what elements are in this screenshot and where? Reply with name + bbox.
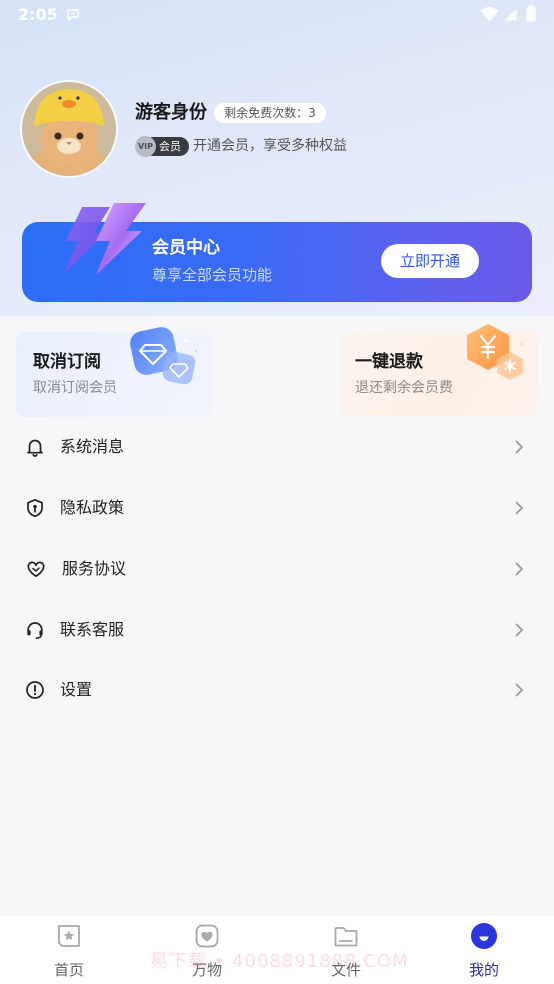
activate-membership-button[interactable]: 立即开通: [381, 244, 479, 278]
bell-icon: [27, 439, 43, 457]
lightning-icon: [64, 203, 146, 275]
exclamation-circle-icon: [26, 681, 44, 699]
vip-tag: VIP: [135, 136, 156, 157]
refund-title: 一键退款: [355, 352, 423, 372]
diamond-icon: [130, 327, 198, 385]
user-name: 游客身份: [135, 102, 207, 123]
yuan-icon: [467, 324, 524, 380]
star-frame-icon: [58, 925, 80, 947]
menu-label: 隐私政策: [60, 498, 125, 517]
banner-subtitle: 尊享全部会员功能: [152, 266, 273, 284]
menu-item-system-messages[interactable]: 系统消息: [0, 417, 554, 478]
heart-square-icon: [195, 924, 219, 948]
cancel-subscription-title: 取消订阅: [33, 352, 101, 372]
banner-title: 会员中心: [152, 238, 220, 258]
heart-icon: [27, 561, 45, 578]
avatar-cat-image: [22, 82, 116, 176]
nav-files[interactable]: 文件: [306, 916, 386, 984]
nav-label: 我的: [468, 961, 499, 979]
chevron-right-icon: [515, 562, 523, 576]
status-time: 2:05: [18, 5, 58, 24]
wifi-icon: [480, 7, 499, 22]
nav-mine[interactable]: 我的: [444, 916, 524, 984]
menu-item-contact-support[interactable]: 联系客服: [0, 600, 554, 661]
nav-home[interactable]: 首页: [29, 916, 109, 984]
battery-icon: [526, 5, 536, 22]
menu-label: 联系客服: [60, 620, 125, 639]
chevron-right-icon: [515, 623, 523, 637]
shield-icon: [27, 498, 43, 518]
smile-circle-icon: [471, 923, 497, 949]
nav-label: 首页: [53, 961, 84, 979]
avatar[interactable]: [22, 82, 116, 176]
chevron-right-icon: [515, 501, 523, 515]
menu-label: 服务协议: [62, 559, 127, 578]
nav-everything[interactable]: 万物: [167, 916, 247, 984]
nav-label: 万物: [191, 961, 222, 979]
menu-item-privacy-policy[interactable]: 隐私政策: [0, 478, 554, 539]
menu-label: 设置: [60, 680, 93, 699]
refund-subtitle: 退还剩余会员费: [355, 380, 453, 396]
chevron-right-icon: [515, 440, 523, 454]
menu-item-service-agreement[interactable]: 服务协议: [0, 539, 554, 600]
signal-icon: [504, 8, 517, 21]
free-count-badge: 剩余免费次数：3: [214, 103, 326, 123]
menu-item-settings[interactable]: 设置: [0, 660, 554, 721]
notification-chat-icon: [67, 9, 79, 21]
folder-icon: [334, 927, 358, 947]
vip-promo-text[interactable]: 开通会员，享受多种权益: [193, 136, 347, 156]
chevron-right-icon: [515, 683, 523, 697]
nav-label: 文件: [330, 961, 361, 979]
menu-label: 系统消息: [60, 437, 125, 456]
cancel-subscription-subtitle: 取消订阅会员: [33, 380, 117, 396]
headset-icon: [27, 622, 43, 639]
